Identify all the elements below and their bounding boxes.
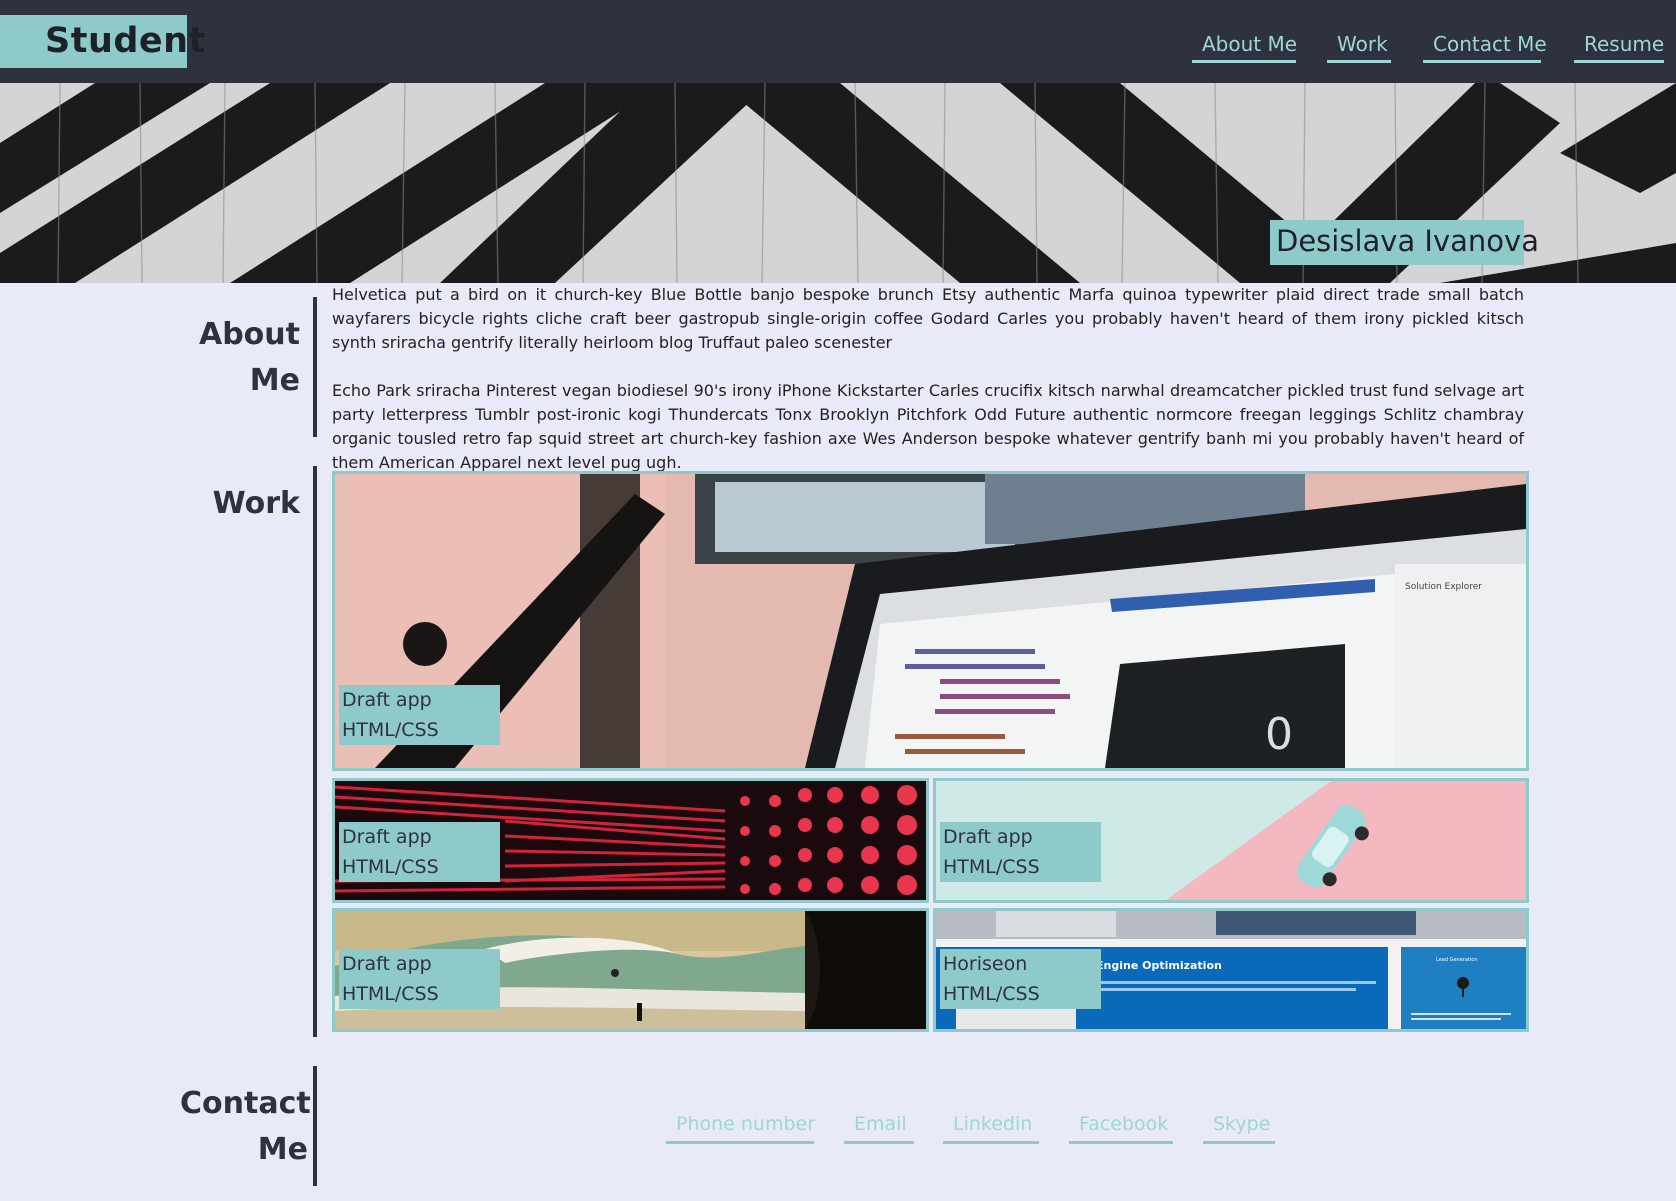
project-caption: Draft app HTML/CSS [339,949,500,1009]
editor-zero-glyph: 0 [1265,709,1293,760]
project-name: Draft app [342,826,432,848]
project-name: Draft app [342,953,432,975]
contact-facebook-link[interactable]: Facebook [1069,1113,1173,1144]
project-tile[interactable]: Draft app HTML/CSS [332,778,929,903]
hero-name-badge: Desislava Ivanova [1270,220,1539,265]
project-tech: HTML/CSS [342,719,439,741]
project-tech: HTML/CSS [342,856,439,878]
hero-banner: Desislava Ivanova [0,83,1676,283]
project-name: Draft app [943,826,1033,848]
contact-linkedin-link[interactable]: Linkedin [943,1113,1039,1144]
project-tech: HTML/CSS [943,983,1040,1005]
about-divider [313,297,317,437]
nav-work[interactable]: Work [1327,32,1391,63]
contact-skype-link[interactable]: Skype [1203,1113,1275,1144]
work-title: Work [212,486,300,521]
project-caption: Draft app HTML/CSS [940,822,1101,882]
brand-box[interactable]: Student [0,15,205,68]
brand-title[interactable]: Student [45,21,206,61]
about-title: About Me [180,312,300,404]
project-name: Draft app [342,689,432,711]
horiseon-heading: Engine Optimization [1096,959,1222,972]
nav-resume[interactable]: Resume [1574,32,1664,63]
horiseon-side-heading: Lead Generation [1436,957,1478,963]
laptop-code-image: 0 Solution Explorer [335,474,1526,768]
project-tile-featured[interactable]: 0 Solution Explorer Draft app HTML/CSS [332,471,1529,771]
project-caption: Draft app HTML/CSS [339,685,500,745]
nav-about-me[interactable]: About Me [1192,32,1297,63]
contact-divider [313,1066,317,1186]
editor-panel-label: Solution Explorer [1405,582,1482,592]
project-tech: HTML/CSS [342,983,439,1005]
contact-email-link[interactable]: Email [844,1113,914,1144]
contact-title-line1: Contact [180,1086,311,1121]
project-caption: Draft app HTML/CSS [339,822,500,882]
contact-phone-link[interactable]: Phone number [666,1113,815,1144]
contact-title: Contact Me [180,1081,311,1173]
project-tech: HTML/CSS [943,856,1040,878]
about-paragraph-1: Helvetica put a bird on it church-key Bl… [332,285,1524,352]
about-title-line1: About [198,317,300,352]
project-tile-horiseon[interactable]: Engine Optimization Lead Generation Hori… [933,908,1529,1032]
contact-title-line2: Me [257,1132,308,1167]
project-caption: Horiseon HTML/CSS [940,949,1101,1009]
about-paragraph-2: Echo Park sriracha Pinterest vegan biodi… [332,381,1524,472]
nav-contact-me[interactable]: Contact Me [1423,32,1547,63]
project-tile[interactable]: Draft app HTML/CSS [332,908,929,1032]
about-title-line2: Me [249,363,300,398]
work-divider [313,466,317,1037]
project-name: Horiseon [943,953,1028,975]
site-header: Student About Me Work Contact Me Resume [0,0,1676,83]
project-tile[interactable]: Draft app HTML/CSS [933,778,1529,903]
